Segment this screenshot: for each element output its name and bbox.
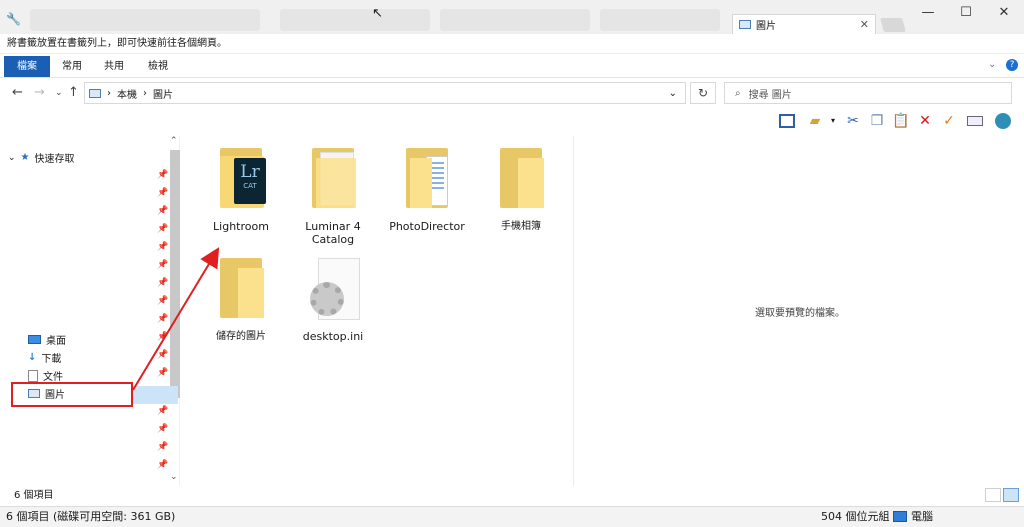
preview-empty-text: 選取要預覽的檔案。 — [755, 308, 845, 319]
annotation-arrow — [132, 247, 220, 391]
bottom-status-bar: 6 個項目 (磁碟可用空間: 361 GB) 504 個位元組 電腦 — [0, 506, 1024, 527]
location-text: 電腦 — [911, 510, 933, 523]
computer-icon — [893, 511, 907, 522]
large-icons-view-icon[interactable] — [1003, 488, 1019, 502]
item-count: 6 個項目 — [14, 490, 54, 501]
status-bar: 6 個項目 — [0, 486, 1024, 506]
free-space-text: 6 個項目 (磁碟可用空間: 361 GB) — [6, 510, 176, 523]
size-text: 504 個位元組 — [821, 510, 890, 523]
details-view-icon[interactable] — [985, 488, 1001, 502]
preview-divider[interactable] — [573, 136, 574, 486]
